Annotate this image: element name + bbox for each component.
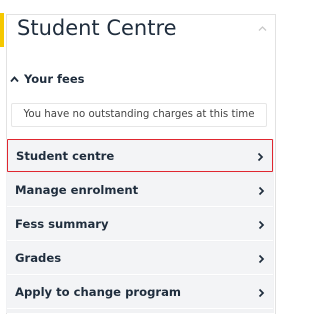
accent-bar bbox=[0, 13, 4, 47]
menu-item-grades[interactable]: Grades bbox=[7, 242, 273, 275]
menu-item-student-centre[interactable]: Student centre bbox=[7, 139, 273, 172]
menu-item-manage-enrolment[interactable]: Manage enrolment bbox=[7, 174, 273, 207]
chevron-right-icon bbox=[258, 220, 265, 230]
chevron-up-icon[interactable] bbox=[257, 23, 268, 34]
student-menu: Student centre Manage enrolment Fess sum… bbox=[6, 139, 274, 313]
fees-message: You have no outstanding charges at this … bbox=[11, 103, 267, 127]
caret-up-icon bbox=[10, 75, 19, 82]
panel-title: Student Centre bbox=[17, 16, 177, 40]
your-fees-toggle[interactable]: Your fees bbox=[10, 72, 84, 86]
chevron-right-icon bbox=[258, 186, 265, 196]
menu-item-fees-summary[interactable]: Fess summary bbox=[7, 208, 273, 241]
chevron-right-icon bbox=[257, 152, 264, 162]
menu-item-label: Fess summary bbox=[15, 217, 109, 231]
chevron-right-icon bbox=[258, 254, 265, 264]
chevron-right-icon bbox=[258, 288, 265, 298]
student-centre-panel: Student Centre Your fees You have no out… bbox=[0, 0, 280, 314]
menu-item-apply-to-change-program[interactable]: Apply to change program bbox=[7, 276, 273, 309]
menu-item-label: Student centre bbox=[16, 149, 115, 163]
menu-item-label: Apply to change program bbox=[15, 285, 181, 299]
menu-item-label: Manage enrolment bbox=[15, 183, 139, 197]
your-fees-label: Your fees bbox=[24, 72, 85, 86]
menu-item-label: Grades bbox=[15, 251, 62, 265]
